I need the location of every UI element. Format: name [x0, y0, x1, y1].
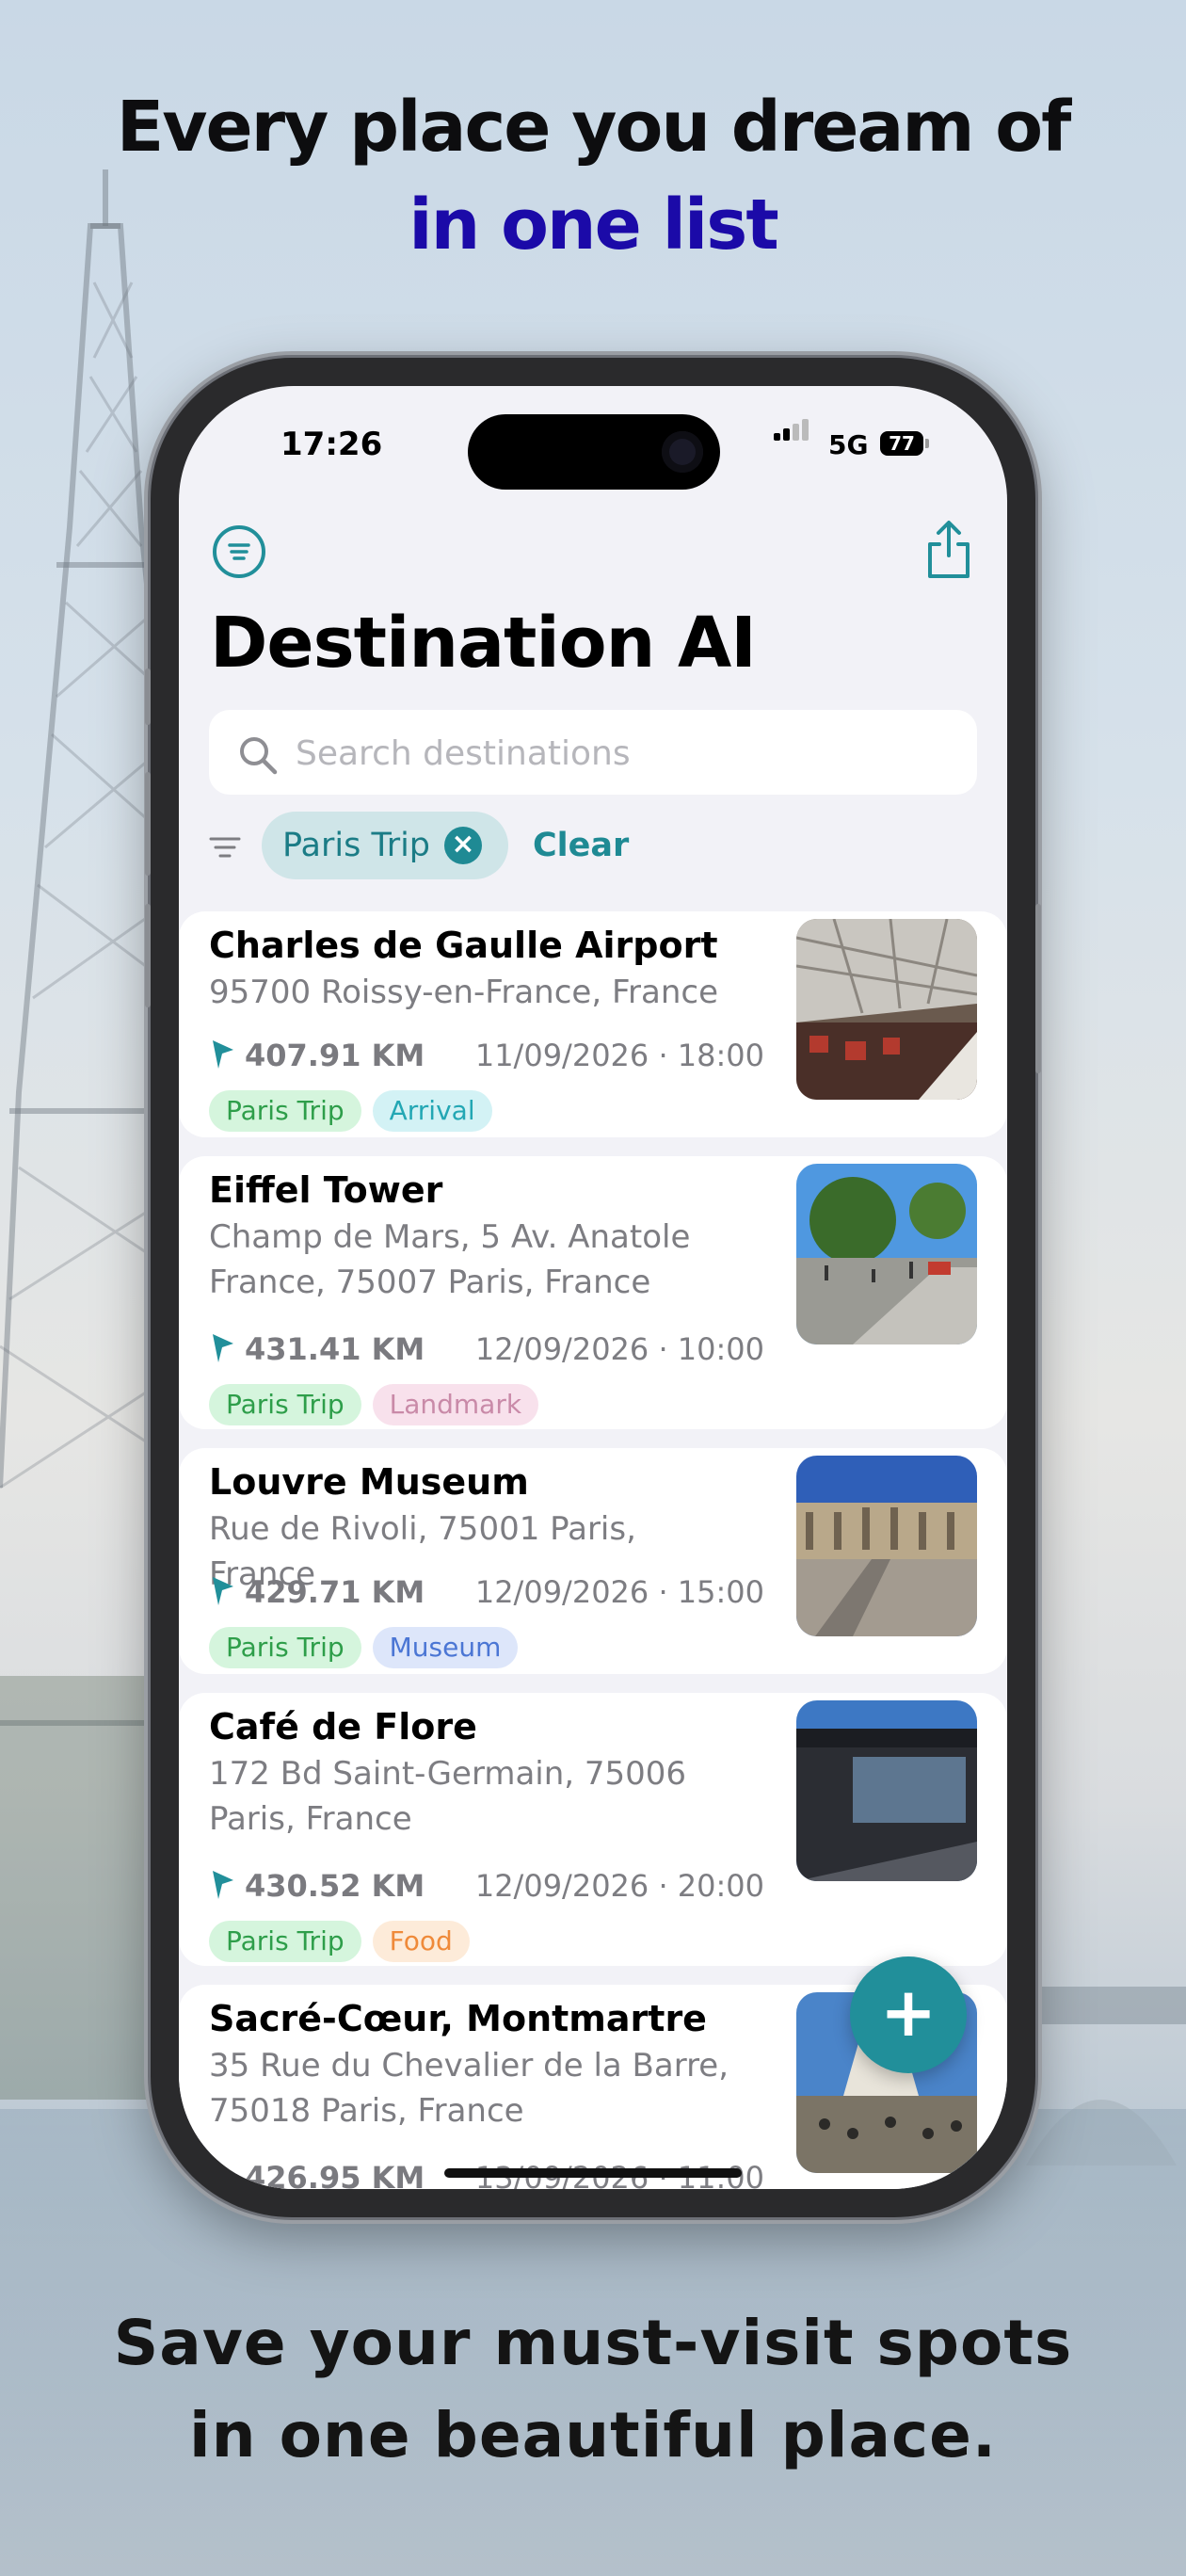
filter-chip-label: Paris Trip	[282, 827, 431, 864]
tag-museum: Museum	[372, 1627, 519, 1668]
destination-address: 95700 Roissy-en-France, France	[209, 974, 718, 1011]
page-title: Destination AI	[210, 603, 757, 684]
plus-icon: +	[879, 1972, 938, 2052]
clear-filters-button[interactable]: Clear	[533, 827, 629, 864]
tag-list: Paris Trip Arrival	[209, 1090, 504, 1132]
destination-name: Charles de Gaulle Airport	[209, 925, 718, 966]
phone-power-button	[1035, 904, 1041, 1073]
destination-address: 172 Bd Saint-Germain, 75006 Paris, Franc…	[209, 1755, 687, 1838]
destination-name: Eiffel Tower	[209, 1169, 443, 1211]
tag-list: Paris Trip Food	[209, 1921, 481, 1962]
battery-tip	[925, 439, 929, 448]
footer-line-2: in one beautiful place.	[188, 2399, 998, 2471]
location-arrow-icon	[213, 1871, 233, 1899]
destination-address: 35 Rue du Chevalier de la Barre, 75018 P…	[209, 2047, 729, 2130]
tag-list: Paris Trip Museum	[209, 1627, 529, 1668]
destination-distance: 431.41 KM	[209, 1331, 425, 1367]
filter-lines-icon[interactable]	[209, 836, 241, 859]
tag-arrival: Arrival	[372, 1090, 492, 1132]
home-indicator	[444, 2168, 742, 2178]
destination-photo	[796, 1700, 977, 1881]
list-circle-icon[interactable]	[213, 525, 265, 578]
phone-volume-down-button	[145, 904, 151, 1007]
location-arrow-icon	[213, 1334, 233, 1362]
destination-name: Café de Flore	[209, 1706, 477, 1747]
destination-distance: 429.71 KM	[209, 1574, 425, 1610]
location-arrow-icon	[213, 1577, 233, 1605]
destination-distance: 407.91 KM	[209, 1038, 425, 1073]
dynamic-island	[468, 414, 720, 490]
destination-photo	[796, 919, 977, 1100]
destination-name: Sacré-Cœur, Montmartre	[209, 1998, 707, 2039]
phone-volume-up-button	[145, 772, 151, 876]
destination-distance: 430.52 KM	[209, 1868, 425, 1904]
front-camera	[662, 431, 703, 473]
battery-icon: 77	[880, 431, 923, 456]
search-icon	[240, 737, 278, 775]
tag-paris-trip: Paris Trip	[209, 1090, 361, 1132]
app-screen: 17:26 5G 77 Destination AI Search destin…	[179, 386, 1007, 2189]
tag-food: Food	[372, 1921, 470, 1962]
tag-paris-trip: Paris Trip	[209, 1921, 361, 1962]
destination-photo	[796, 1456, 977, 1636]
destination-address: Champ de Mars, 5 Av. Anatole France, 750…	[209, 1218, 691, 1301]
destination-card[interactable]: Louvre Museum Rue de Rivoli, 75001 Paris…	[179, 1448, 1007, 1674]
share-icon[interactable]	[922, 518, 975, 580]
destination-name: Louvre Museum	[209, 1461, 529, 1503]
status-time: 17:26	[280, 426, 383, 463]
filter-chip-paris-trip[interactable]: Paris Trip ×	[262, 812, 508, 879]
destination-datetime: 12/09/2026 · 15:00	[474, 1574, 764, 1610]
add-destination-button[interactable]: +	[850, 1956, 967, 2073]
location-arrow-icon	[213, 2163, 233, 2189]
destination-photo	[796, 1164, 977, 1344]
tag-landmark: Landmark	[372, 1384, 539, 1425]
network-type: 5G	[828, 429, 869, 460]
headline-line-2: in one list	[409, 185, 778, 266]
destination-datetime: 12/09/2026 · 20:00	[474, 1868, 764, 1904]
destination-card[interactable]: Café de Flore 172 Bd Saint-Germain, 7500…	[179, 1693, 1007, 1966]
destination-distance: 426.95 KM	[209, 2160, 425, 2189]
tag-paris-trip: Paris Trip	[209, 1384, 361, 1425]
destination-card[interactable]: Charles de Gaulle Airport 95700 Roissy-e…	[179, 911, 1007, 1137]
search-input[interactable]: Search destinations	[296, 734, 631, 773]
tag-paris-trip: Paris Trip	[209, 1627, 361, 1668]
status-bar: 17:26 5G 77	[179, 386, 1007, 499]
close-circle-icon[interactable]: ×	[444, 827, 482, 864]
tag-list: Paris Trip Landmark	[209, 1384, 550, 1425]
filter-row: Paris Trip × Clear	[209, 812, 977, 881]
phone-action-button	[145, 668, 151, 725]
destination-datetime: 11/09/2026 · 18:00	[474, 1038, 764, 1073]
destination-datetime: 12/09/2026 · 10:00	[474, 1331, 764, 1367]
headline-line-1: Every place you dream of	[116, 87, 1072, 168]
location-arrow-icon	[213, 1040, 233, 1069]
search-bar[interactable]: Search destinations	[209, 710, 977, 795]
footer-line-1: Save your must-visit spots	[113, 2307, 1073, 2379]
destination-card[interactable]: Eiffel Tower Champ de Mars, 5 Av. Anatol…	[179, 1156, 1007, 1429]
